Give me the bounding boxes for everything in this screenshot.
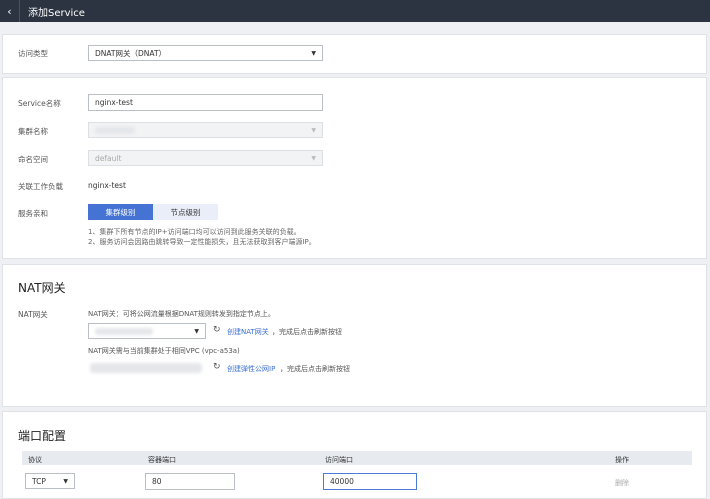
namespace-value: default [95,153,122,163]
affinity-option-cluster[interactable]: 集群级别 [88,204,153,220]
redacted-eip-select [90,363,202,373]
create-eip-hint: ，完成后点击刷新按钮 [280,365,350,373]
affinity-note-1: 1、集群下所有节点的IP+访问端口均可以访问到此服务关联的负载。 [88,228,301,236]
top-bar: ‹ 添加Service [0,0,710,22]
access-type-label: 访问类型 [18,49,48,58]
cluster-name-label: 集群名称 [18,127,48,136]
container-port-value: 80 [152,477,162,486]
chevron-left-icon[interactable]: ‹ [0,0,20,22]
port-section-heading: 端口配置 [18,429,67,443]
refresh-icon[interactable]: ↻ [213,325,221,335]
affinity-option-node[interactable]: 节点级别 [153,204,218,220]
caret-down-icon: ▼ [63,478,68,485]
page-title: 添加Service [28,7,85,19]
redacted-value [95,327,153,335]
service-name-label: Service名称 [18,99,61,108]
nat-section-heading: NAT网关 [18,281,66,295]
access-type-select[interactable]: DNAT网关（DNAT） ▼ [88,45,323,61]
delete-row-button[interactable]: 删除 [615,478,629,488]
nat-gateway-label: NAT网关 [18,310,48,319]
port-table-header [22,451,692,465]
caret-down-icon: ▼ [311,50,316,57]
service-name-value: nginx-test [95,98,133,107]
protocol-select[interactable]: TCP ▼ [25,473,75,489]
caret-down-icon: ▼ [311,127,316,134]
caret-down-icon: ▼ [194,328,199,335]
create-nat-hint: ，完成后点击刷新按钮 [272,328,342,336]
access-type-value: DNAT网关（DNAT） [95,48,167,58]
column-header-action: 操作 [615,456,629,464]
protocol-value: TCP [32,476,46,486]
cluster-name-select: ▼ [88,122,323,138]
refresh-icon[interactable]: ↻ [213,362,221,372]
container-port-input[interactable]: 80 [145,473,235,490]
workload-value: nginx-test [88,181,126,190]
redacted-value [95,126,135,134]
column-header-container-port: 容器端口 [148,456,176,464]
affinity-note-2: 2、服务访问会因路由跳转导致一定性能损失，且无法获取到客户端源IP。 [88,238,316,246]
vpc-requirement-text: NAT网关需与当前集群处于相同VPC (vpc-a53a) [88,347,240,355]
namespace-select: default ▼ [88,150,323,166]
caret-down-icon: ▼ [311,155,316,162]
create-eip-link[interactable]: 创建弹性公网IP [227,364,275,374]
create-nat-link[interactable]: 创建NAT网关 [227,327,269,337]
access-port-value: 40000 [330,477,354,486]
nat-gateway-select[interactable]: ▼ [88,323,206,339]
workload-label: 关联工作负载 [18,182,63,191]
column-header-protocol: 协议 [28,456,42,464]
nat-description: NAT网关：可将公网流量根据DNAT规则转发到指定节点上。 [88,310,275,318]
access-port-input[interactable]: 40000 [323,473,417,490]
affinity-label: 服务亲和 [18,209,48,218]
namespace-label: 命名空间 [18,155,48,164]
service-name-input[interactable]: nginx-test [88,94,323,111]
column-header-access-port: 访问端口 [325,456,353,464]
